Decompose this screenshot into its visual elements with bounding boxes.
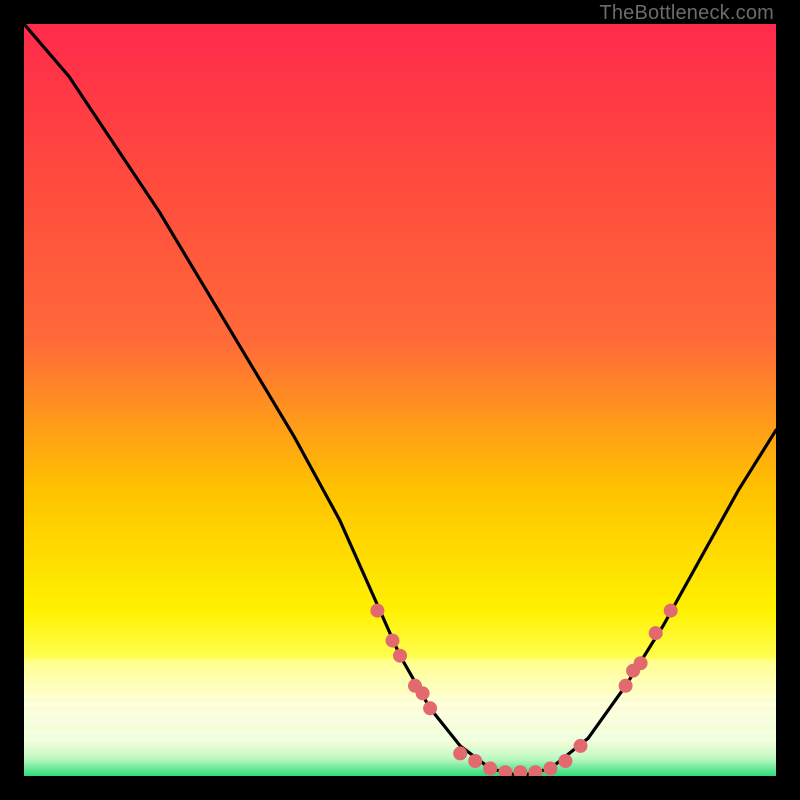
curve-dot — [664, 604, 678, 618]
curve-dot — [370, 604, 384, 618]
curve-dot — [543, 762, 557, 776]
curve-dot — [483, 762, 497, 776]
curve-dot — [574, 739, 588, 753]
curve-dot — [416, 686, 430, 700]
curve-dot — [528, 765, 542, 776]
curve-dot — [558, 754, 572, 768]
bottleneck-curve — [24, 24, 776, 776]
curve-dot — [619, 679, 633, 693]
curve-dot — [513, 765, 527, 776]
curve-dot — [649, 626, 663, 640]
watermark-text: TheBottleneck.com — [599, 2, 774, 25]
curve-dots — [370, 604, 677, 776]
curve-dot — [634, 656, 648, 670]
curve-dot — [423, 701, 437, 715]
curve-dot — [453, 746, 467, 760]
curve-dot — [386, 634, 400, 648]
curve-dot — [393, 649, 407, 663]
chart-overlay — [24, 24, 776, 776]
curve-dot — [498, 765, 512, 776]
chart-frame — [24, 24, 776, 776]
curve-dot — [468, 754, 482, 768]
